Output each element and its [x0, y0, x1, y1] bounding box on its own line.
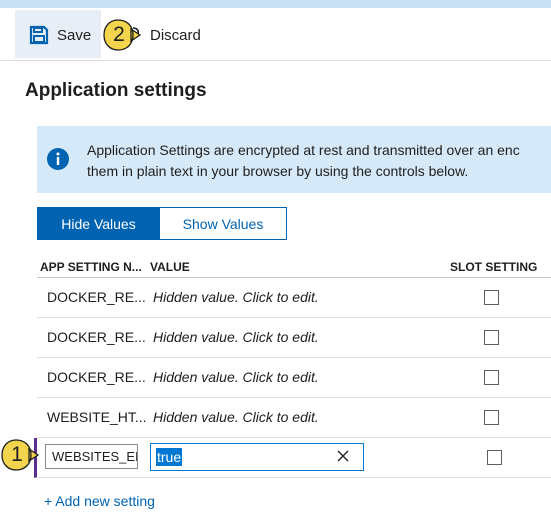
table-row: DOCKER_RE... Hidden value. Click to edit…: [37, 278, 551, 318]
slot-setting-checkbox[interactable]: [484, 290, 499, 305]
floppy-disk-icon: [29, 25, 49, 45]
clear-icon[interactable]: [337, 450, 349, 462]
command-bar: Save Discard 2: [0, 8, 551, 61]
column-header-slot: SLOT SETTING: [450, 260, 538, 274]
setting-value-input[interactable]: true: [150, 443, 364, 471]
table-row: DOCKER_RE... Hidden value. Click to edit…: [37, 358, 551, 398]
slot-setting-checkbox[interactable]: [484, 370, 499, 385]
table-row: DOCKER_RE... Hidden value. Click to edit…: [37, 318, 551, 358]
app-settings-table: APP SETTING N... VALUE SLOT SETTING DOCK…: [34, 255, 551, 478]
discard-label: Discard: [150, 27, 201, 44]
banner-line-1: Application Settings are encrypted at re…: [87, 142, 520, 158]
setting-name[interactable]: DOCKER_RE...: [47, 329, 146, 345]
table-row: WEBSITE_HT... Hidden value. Click to edi…: [37, 398, 551, 438]
slot-setting-checkbox[interactable]: [484, 410, 499, 425]
table-row-editing: WEBSITES_EN true: [34, 438, 551, 478]
setting-name-input[interactable]: WEBSITES_EN: [45, 444, 138, 469]
show-values-button[interactable]: Show Values: [160, 207, 287, 240]
setting-value-hidden[interactable]: Hidden value. Click to edit.: [153, 369, 319, 385]
column-header-name[interactable]: APP SETTING N...: [40, 260, 142, 274]
column-header-value[interactable]: VALUE: [150, 260, 190, 274]
info-banner: Application Settings are encrypted at re…: [37, 126, 551, 193]
page-title: Application settings: [25, 80, 207, 101]
info-icon: [47, 148, 69, 170]
selected-value-text: true: [156, 448, 183, 466]
callout-badge-1: 1: [1, 438, 40, 474]
callout-badge-2: 2: [103, 18, 142, 54]
table-header: APP SETTING N... VALUE SLOT SETTING: [37, 255, 551, 278]
setting-value-hidden[interactable]: Hidden value. Click to edit.: [153, 409, 319, 425]
setting-name[interactable]: DOCKER_RE...: [47, 369, 146, 385]
hide-values-button[interactable]: Hide Values: [37, 207, 160, 240]
callout-number: 2: [113, 23, 125, 46]
setting-value-hidden[interactable]: Hidden value. Click to edit.: [153, 289, 319, 305]
top-strip: [0, 0, 551, 8]
save-label: Save: [57, 27, 92, 44]
callout-number: 1: [11, 443, 23, 466]
setting-name[interactable]: DOCKER_RE...: [47, 289, 146, 305]
slot-setting-checkbox[interactable]: [487, 450, 502, 465]
values-toggle: Hide Values Show Values: [37, 207, 287, 240]
add-new-setting-link[interactable]: + Add new setting: [44, 493, 155, 509]
setting-name[interactable]: WEBSITE_HT...: [47, 409, 147, 425]
save-button[interactable]: Save: [15, 10, 101, 58]
banner-line-2: them in plain text in your browser by us…: [87, 163, 469, 179]
setting-value-hidden[interactable]: Hidden value. Click to edit.: [153, 329, 319, 345]
banner-text: Application Settings are encrypted at re…: [87, 140, 551, 182]
slot-setting-checkbox[interactable]: [484, 330, 499, 345]
